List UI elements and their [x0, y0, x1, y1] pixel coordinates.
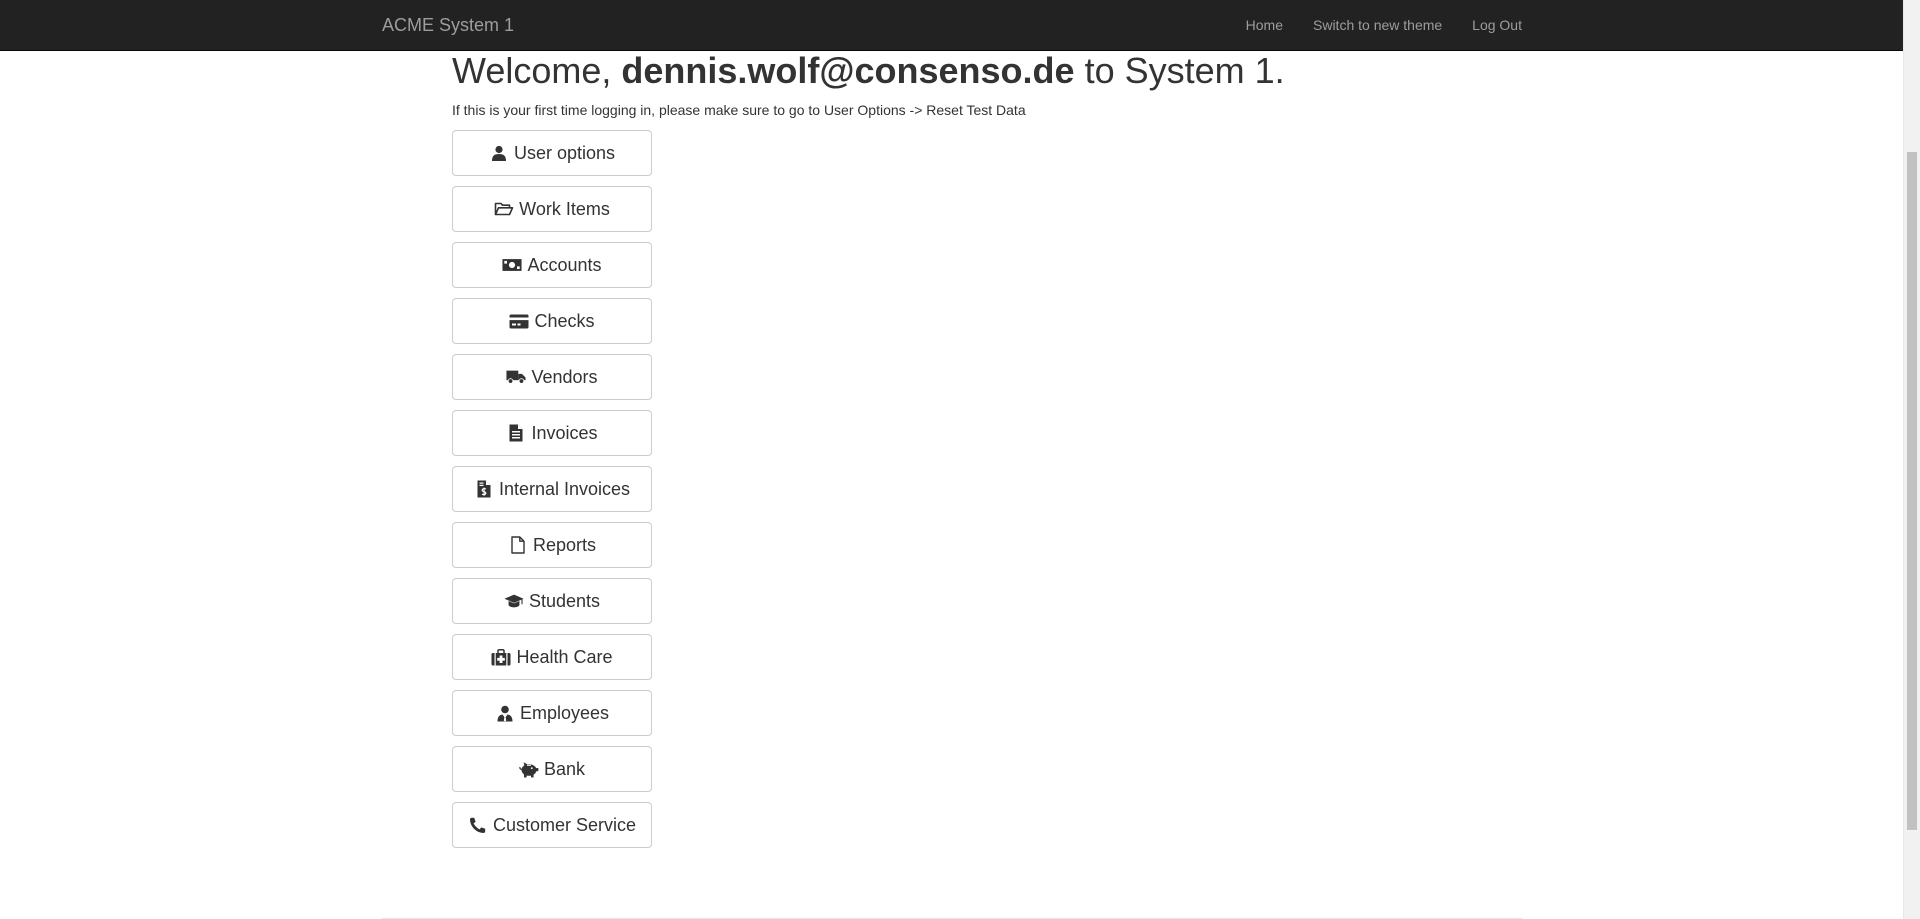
vendors-button[interactable]: Vendors	[452, 354, 652, 400]
health-care-button[interactable]: Health Care	[452, 634, 652, 680]
health-care-label: Health Care	[516, 646, 613, 667]
vendors-label: Vendors	[531, 366, 598, 387]
medkit-icon	[491, 647, 511, 667]
accounts-label: Accounts	[527, 254, 602, 275]
brand-link[interactable]: ACME System 1	[382, 0, 514, 50]
truck-icon	[506, 367, 527, 387]
reports-label: Reports	[532, 534, 597, 555]
work-items-label: Work Items	[519, 198, 610, 219]
employees-label: Employees	[519, 702, 610, 723]
students-label: Students	[528, 590, 601, 611]
vertical-scrollbar[interactable]	[1903, 0, 1920, 919]
money-bill-icon	[502, 255, 523, 275]
main-content: Welcome, dennis.wolf@consenso.de to Syst…	[452, 51, 1452, 848]
nav-logout-link[interactable]: Log Out	[1457, 0, 1522, 50]
students-button[interactable]: Students	[452, 578, 652, 624]
customer-service-button[interactable]: Customer Service	[452, 802, 652, 848]
work-items-button[interactable]: Work Items	[452, 186, 652, 232]
employees-button[interactable]: Employees	[452, 690, 652, 736]
graduation-cap-icon	[504, 591, 524, 611]
user-icon	[489, 143, 509, 163]
welcome-prefix: Welcome,	[452, 50, 622, 91]
invoices-label: Invoices	[531, 422, 598, 443]
nav-switch-theme-link[interactable]: Switch to new theme	[1298, 0, 1457, 50]
nav-links: Home Switch to new theme Log Out	[1231, 0, 1522, 50]
bank-button[interactable]: Bank	[452, 746, 652, 792]
nav-home-link[interactable]: Home	[1231, 0, 1298, 50]
file-icon	[508, 535, 528, 555]
file-text-icon	[506, 423, 526, 443]
user-options-button[interactable]: User options	[452, 130, 652, 176]
credit-card-icon	[509, 311, 529, 331]
user-options-label: User options	[513, 142, 616, 163]
folder-open-icon	[494, 199, 514, 219]
piggy-bank-icon	[519, 759, 539, 779]
invoices-button[interactable]: Invoices	[452, 410, 652, 456]
checks-button[interactable]: Checks	[452, 298, 652, 344]
welcome-heading: Welcome, dennis.wolf@consenso.de to Syst…	[452, 51, 1452, 91]
checks-label: Checks	[534, 310, 595, 331]
welcome-suffix: to System 1.	[1074, 50, 1285, 91]
internal-invoices-label: Internal Invoices	[498, 478, 631, 499]
bank-label: Bank	[543, 758, 586, 779]
internal-invoices-button[interactable]: Internal Invoices	[452, 466, 652, 512]
reports-button[interactable]: Reports	[452, 522, 652, 568]
phone-icon	[468, 815, 488, 835]
first-login-hint: If this is your first time logging in, p…	[452, 102, 1026, 118]
user-tie-icon	[495, 703, 515, 723]
file-invoice-dollar-icon	[474, 479, 494, 499]
customer-service-label: Customer Service	[492, 814, 637, 835]
welcome-user: dennis.wolf@consenso.de	[621, 50, 1075, 91]
scrollbar-thumb[interactable]	[1907, 152, 1917, 830]
accounts-button[interactable]: Accounts	[452, 242, 652, 288]
top-navbar: ACME System 1 Home Switch to new theme L…	[0, 0, 1903, 51]
